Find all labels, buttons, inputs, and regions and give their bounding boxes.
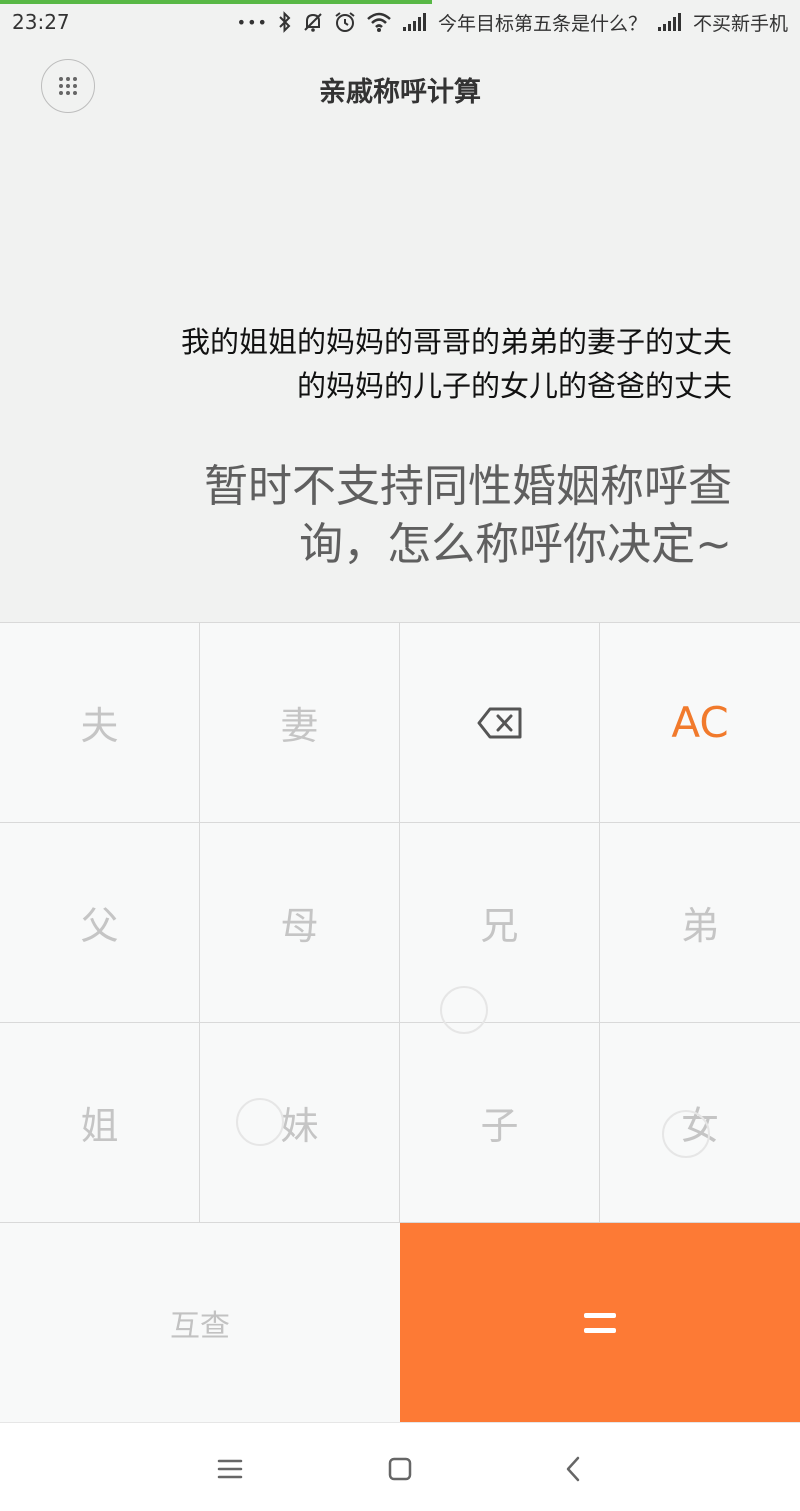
more-dots: ••• bbox=[236, 12, 268, 32]
key-son[interactable]: 子 bbox=[400, 1023, 600, 1223]
key-daughter[interactable]: 女 bbox=[600, 1023, 800, 1223]
equals-button[interactable] bbox=[400, 1223, 800, 1423]
status-icons: ••• 今年目标第五条是什么？ 不买新手机 bbox=[237, 9, 788, 36]
signal-icon bbox=[402, 13, 426, 31]
wifi-icon bbox=[367, 12, 391, 32]
expression-line-1: 我的姐姐的妈妈的哥哥的弟弟的妻子的丈夫 bbox=[180, 325, 732, 359]
key-wife[interactable]: 妻 bbox=[200, 623, 400, 823]
key-younger-sister[interactable]: 妹 bbox=[200, 1023, 400, 1223]
key-younger-brother[interactable]: 弟 bbox=[600, 823, 800, 1023]
alarm-icon bbox=[335, 12, 355, 32]
backspace-icon bbox=[477, 707, 521, 738]
key-husband[interactable]: 夫 bbox=[0, 623, 200, 823]
app-header: 亲戚称呼计算 bbox=[0, 40, 800, 140]
key-mother[interactable]: 母 bbox=[200, 823, 400, 1023]
bell-mute-icon bbox=[304, 13, 322, 32]
page-title: 亲戚称呼计算 bbox=[319, 77, 481, 108]
status-bar: 23:27 ••• 今年目标第五条是什么？ 不买新手机 bbox=[0, 4, 800, 40]
keypad: 夫 妻 AC 父 母 兄 弟 姐 妹 子 女 互查 bbox=[0, 622, 800, 1423]
key-father[interactable]: 父 bbox=[0, 823, 200, 1023]
key-elder-sister[interactable]: 姐 bbox=[0, 1023, 200, 1223]
clear-button[interactable]: AC bbox=[600, 623, 800, 823]
system-nav-bar bbox=[0, 1422, 800, 1511]
bluetooth-icon bbox=[279, 11, 291, 33]
menu-lines-icon[interactable] bbox=[214, 1453, 246, 1485]
key-elder-brother[interactable]: 兄 bbox=[400, 823, 600, 1023]
backspace-button[interactable] bbox=[400, 623, 600, 823]
equals-icon bbox=[584, 1313, 616, 1333]
home-square-icon[interactable] bbox=[384, 1453, 416, 1485]
result-line-2: 询，怎么称呼你决定~ bbox=[299, 519, 732, 570]
expression-display: 我的姐姐的妈妈的哥哥的弟弟的妻子的丈夫 的妈妈的儿子的女儿的爸爸的丈夫 bbox=[32, 320, 732, 408]
expression-line-2: 的妈妈的儿子的女儿的爸爸的丈夫 bbox=[296, 369, 732, 403]
carrier-text: 不买新手机 bbox=[692, 12, 788, 35]
mutual-lookup-button[interactable]: 互查 bbox=[0, 1223, 400, 1423]
result-line-1: 暂时不支持同性婚姻称呼查 bbox=[204, 461, 732, 512]
result-display: 暂时不支持同性婚姻称呼查 询，怎么称呼你决定~ bbox=[92, 458, 732, 574]
signal-icon-2 bbox=[657, 13, 681, 31]
notification-text: 今年目标第五条是什么？ bbox=[437, 12, 647, 35]
back-chevron-icon[interactable] bbox=[558, 1453, 590, 1485]
status-time: 23:27 bbox=[12, 10, 70, 34]
